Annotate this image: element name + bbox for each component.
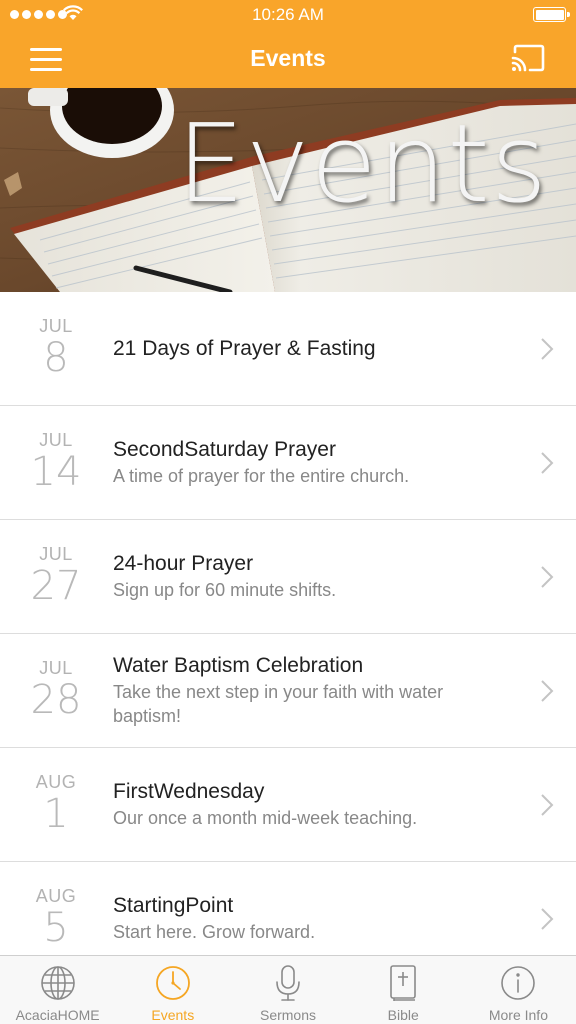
event-month: AUG (35, 886, 77, 906)
event-month: JUL (39, 430, 73, 450)
globe-icon (40, 966, 75, 1000)
status-bar: 10:26 AM (0, 0, 576, 30)
microphone-icon (276, 965, 300, 1001)
event-date: JUL 27 (18, 544, 94, 607)
tab-label: More Info (488, 1007, 548, 1023)
event-subtitle: Take the next step in your faith with wa… (113, 682, 444, 726)
event-subtitle: A time of prayer for the entire church. (113, 466, 410, 486)
clock-icon (155, 966, 190, 1000)
event-date: JUL 28 (18, 658, 94, 721)
chevron-right-icon (541, 566, 554, 588)
event-day: 14 (30, 449, 82, 495)
chevron-right-icon (541, 338, 554, 360)
event-title: 21 Days of Prayer & Fasting (113, 336, 376, 360)
event-text: Water Baptism Celebration Take the next … (113, 634, 506, 747)
event-title: FirstWednesday (113, 780, 265, 803)
events-list: JUL 8 21 Days of Prayer & Fasting JUL 14… (0, 292, 576, 955)
event-day: 8 (43, 335, 69, 381)
event-subtitle: Our once a month mid-week teaching. (113, 808, 418, 828)
event-subtitle: Start here. Grow forward. (113, 922, 316, 942)
event-day: 1 (43, 791, 69, 837)
tab-label: Events (151, 1007, 195, 1023)
tab-sermons[interactable]: Sermons (230, 956, 345, 1024)
event-day: 28 (30, 677, 82, 723)
event-text: SecondSaturday Prayer A time of prayer f… (113, 406, 506, 519)
app-screen: 10:26 AM Events Events JUL 8 21 Days of … (0, 0, 576, 1024)
event-row[interactable]: AUG 1 FirstWednesday Our once a month mi… (0, 748, 576, 862)
top-bar: 10:26 AM Events (0, 0, 576, 88)
event-title: SecondSaturday Prayer (113, 438, 336, 461)
event-month: JUL (39, 544, 73, 564)
event-date: AUG 5 (18, 886, 94, 949)
event-text: 24-hour Prayer Sign up for 60 minute shi… (113, 520, 506, 633)
chevron-right-icon (541, 794, 554, 816)
event-date: AUG 1 (18, 772, 94, 835)
chevron-right-icon (541, 452, 554, 474)
tab-bar: AcaciaHOME Events Sermons Bible More Inf… (0, 955, 576, 1024)
event-month: AUG (35, 772, 77, 792)
event-date: JUL 8 (18, 316, 94, 379)
tab-label: AcaciaHOME (15, 1007, 100, 1023)
event-month: JUL (39, 658, 73, 678)
event-date: JUL 14 (18, 430, 94, 493)
tab-bible[interactable]: Bible (346, 956, 461, 1024)
event-subtitle: Sign up for 60 minute shifts. (113, 580, 337, 600)
bible-icon (390, 965, 417, 1001)
tab-label: Bible (387, 1007, 419, 1023)
tab-events[interactable]: Events (115, 956, 230, 1024)
event-row[interactable]: JUL 8 21 Days of Prayer & Fasting (0, 292, 576, 406)
event-title: 24-hour Prayer (113, 552, 254, 575)
chevron-right-icon (541, 680, 554, 702)
battery-icon (533, 7, 570, 22)
chevron-right-icon (541, 908, 554, 930)
event-title: StartingPoint (113, 894, 234, 917)
event-month: JUL (39, 316, 73, 336)
event-row[interactable]: JUL 27 24-hour Prayer Sign up for 60 min… (0, 520, 576, 634)
event-text: FirstWednesday Our once a month mid-week… (113, 748, 506, 861)
event-day: 5 (43, 905, 69, 951)
event-text: StartingPoint Start here. Grow forward. (113, 862, 506, 955)
event-text: 21 Days of Prayer & Fasting (113, 292, 506, 405)
hero-title: Events (176, 102, 548, 227)
event-row[interactable]: AUG 5 StartingPoint Start here. Grow for… (0, 862, 576, 955)
nav-title: Events (250, 45, 326, 71)
hero-banner: Events (0, 88, 576, 292)
event-row[interactable]: JUL 28 Water Baptism Celebration Take th… (0, 634, 576, 748)
event-day: 27 (30, 563, 82, 609)
tab-more-info[interactable]: More Info (461, 956, 576, 1024)
tab-acaciahome[interactable]: AcaciaHOME (0, 956, 115, 1024)
event-title: Water Baptism Celebration (113, 654, 364, 677)
tab-label: Sermons (259, 1007, 317, 1023)
status-time: 10:26 AM (252, 5, 324, 24)
cast-icon[interactable] (510, 44, 546, 74)
info-icon (501, 966, 536, 1000)
event-row[interactable]: JUL 14 SecondSaturday Prayer A time of p… (0, 406, 576, 520)
